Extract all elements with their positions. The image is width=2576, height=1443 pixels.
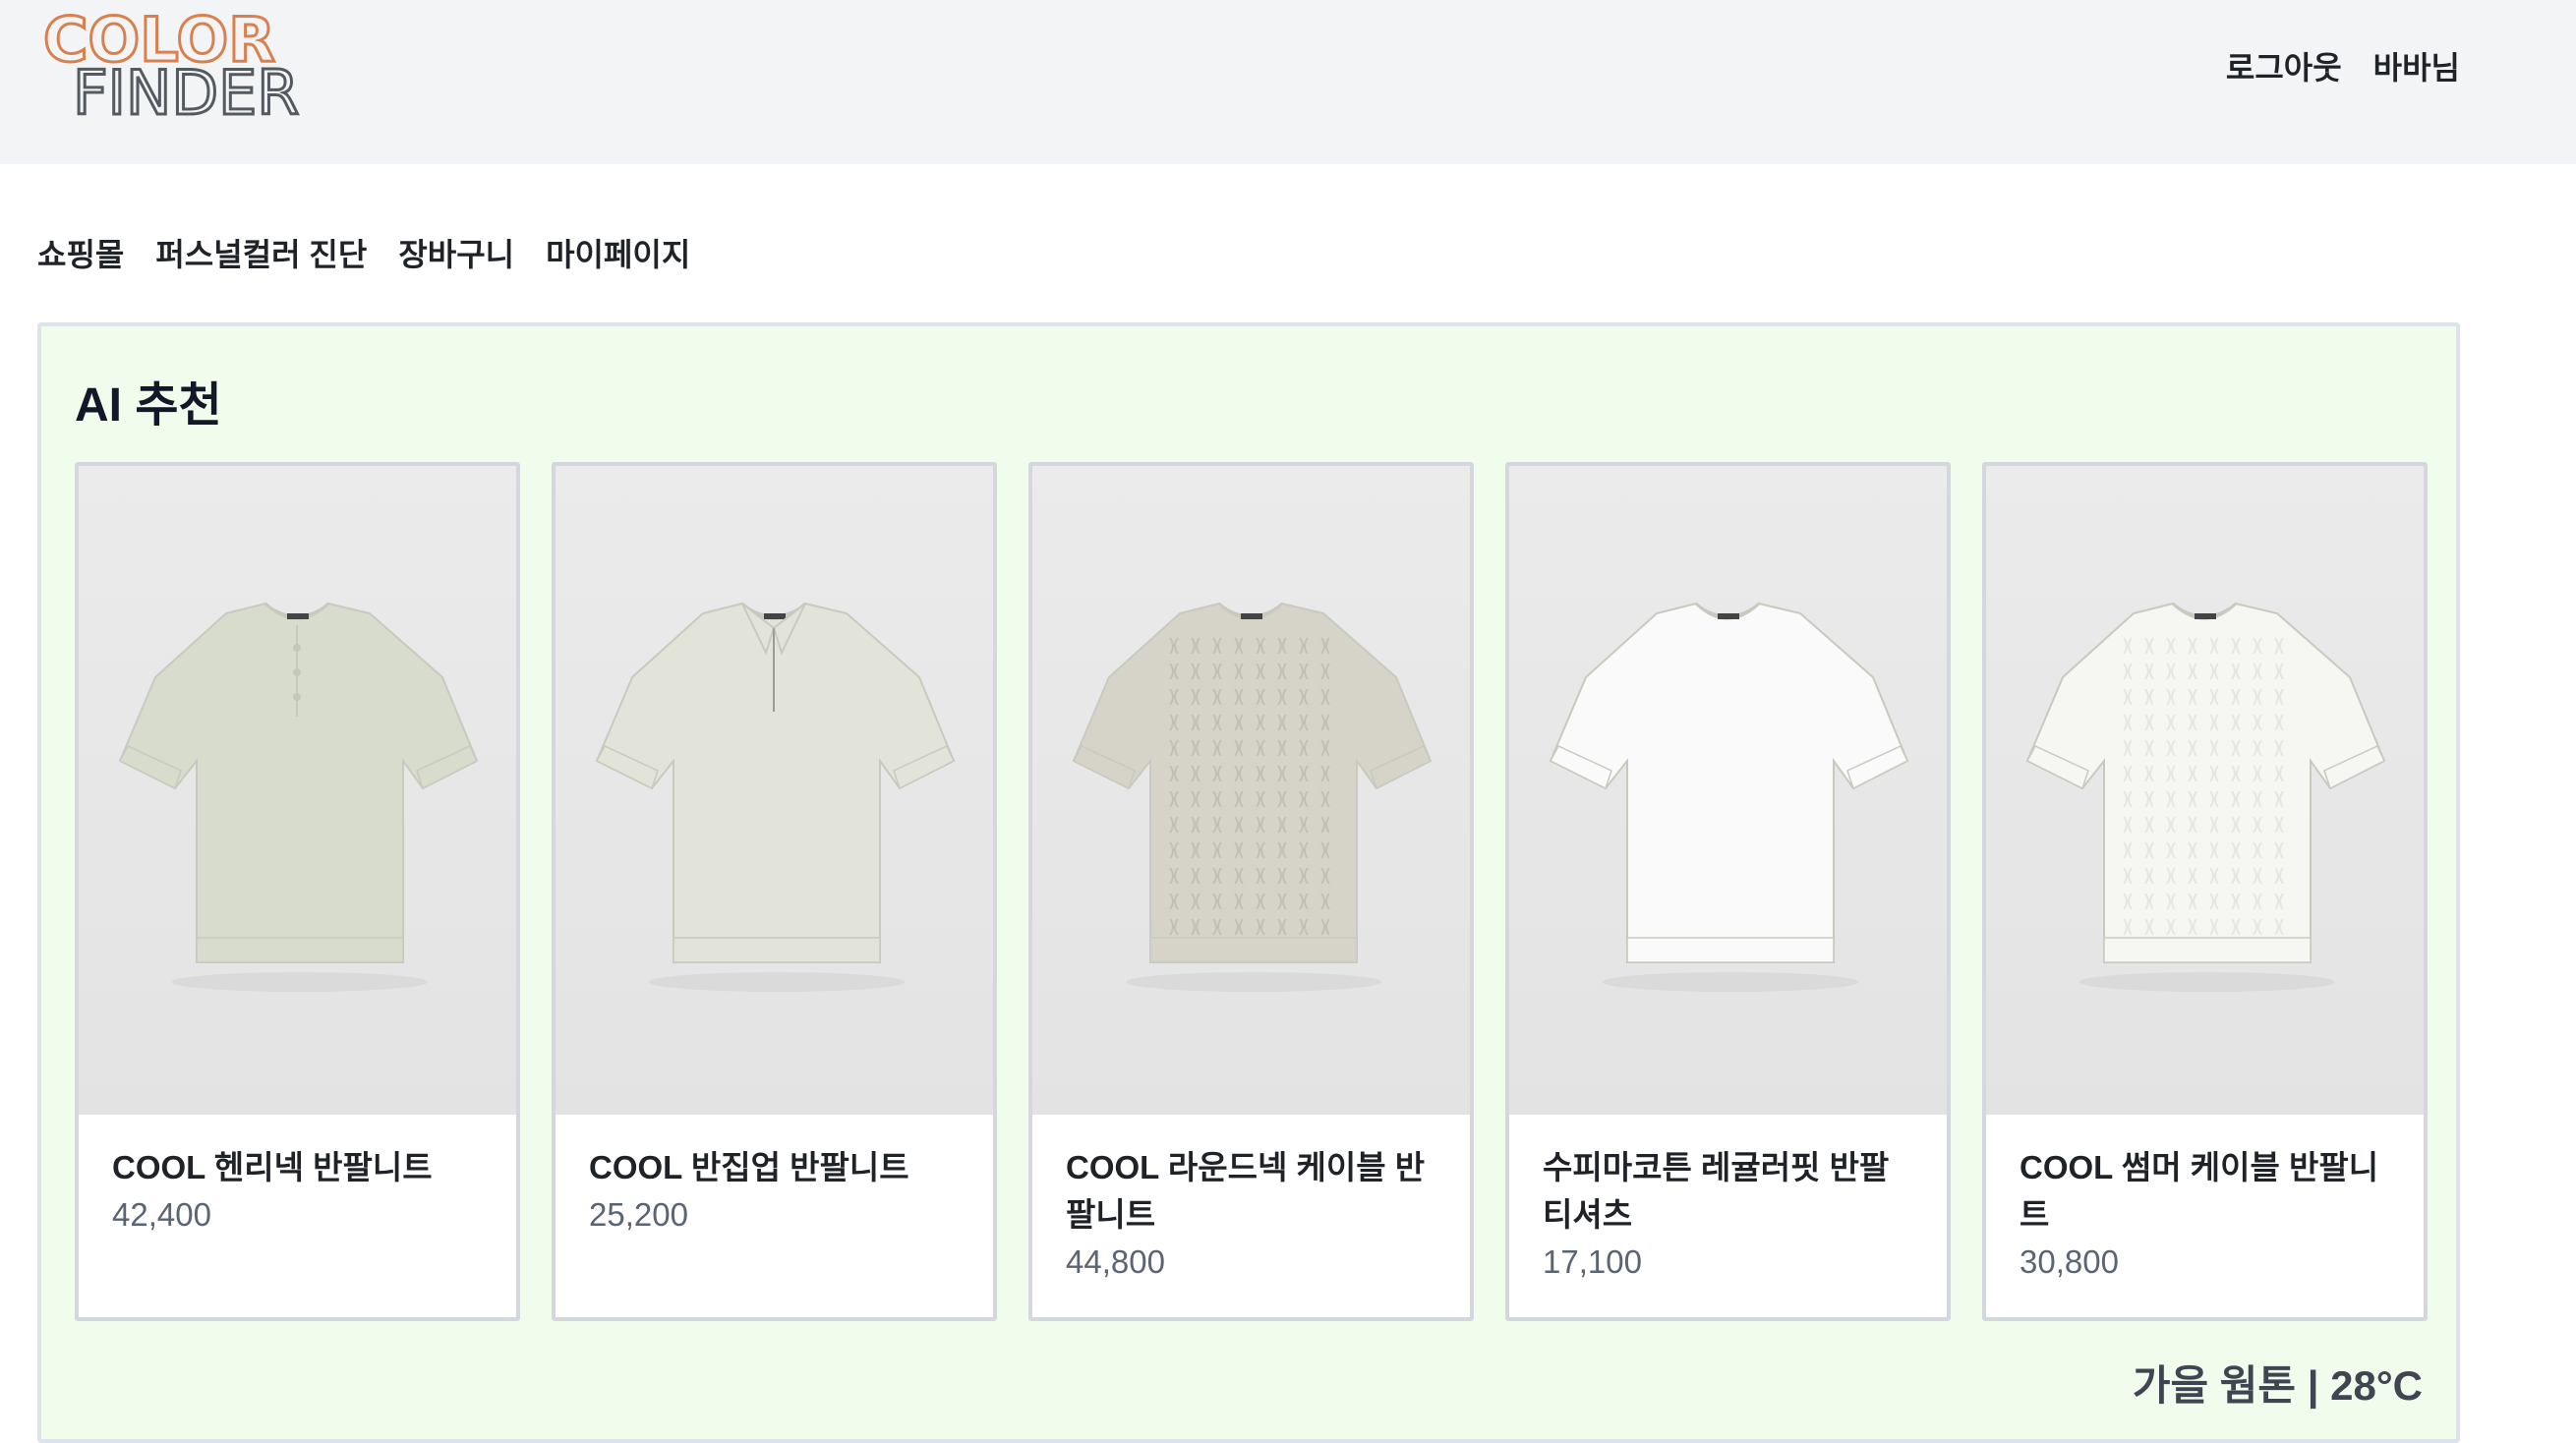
ai-recommendation-panel: AI 추천 COOL 헨리넥 반팔니트 42,400 COOL 반집업 반팔니트… bbox=[37, 322, 2460, 1443]
polo-shirt-image[interactable] bbox=[556, 466, 993, 1115]
product-name[interactable]: COOL 헨리넥 반팔니트 bbox=[112, 1144, 487, 1191]
product-price: 30,800 bbox=[2020, 1243, 2119, 1280]
logo-line2: FINDER bbox=[73, 57, 299, 123]
product-price: 25,200 bbox=[589, 1196, 688, 1233]
nav-item-shop[interactable]: 쇼핑몰 bbox=[37, 230, 124, 275]
product-name[interactable]: COOL 반집업 반팔니트 bbox=[589, 1144, 964, 1191]
product-card[interactable]: 수피마코튼 레귤러핏 반팔티셔츠 17,100 bbox=[1505, 462, 1951, 1321]
tshirt-image[interactable] bbox=[1509, 466, 1947, 1115]
product-card[interactable]: COOL 헨리넥 반팔니트 42,400 bbox=[75, 462, 520, 1321]
user-name-link[interactable]: 바바님 bbox=[2373, 43, 2460, 88]
color-finder-logo[interactable]: COLOR FINDER bbox=[39, 10, 334, 123]
top-header: COLOR FINDER 로그아웃 바바님 bbox=[0, 0, 2576, 164]
season-weather-info: 가을 웜톤 | 28°C bbox=[2132, 1362, 2423, 1409]
summer-knit-image[interactable] bbox=[1986, 466, 2424, 1115]
product-price: 44,800 bbox=[1066, 1243, 1165, 1280]
product-list: COOL 헨리넥 반팔니트 42,400 COOL 반집업 반팔니트 25,20… bbox=[75, 462, 2428, 1321]
panel-title: AI 추천 bbox=[75, 379, 222, 432]
product-name[interactable]: 수피마코튼 레귤러핏 반팔티셔츠 bbox=[1543, 1144, 1917, 1239]
product-name[interactable]: COOL 라운드넥 케이블 반팔니트 bbox=[1066, 1144, 1440, 1239]
nav-item-cart[interactable]: 장바구니 bbox=[398, 230, 514, 275]
product-price: 17,100 bbox=[1543, 1243, 1642, 1280]
product-name[interactable]: COOL 썸머 케이블 반팔니트 bbox=[2020, 1144, 2394, 1239]
cable-knit-image[interactable] bbox=[1032, 466, 1470, 1115]
logout-button[interactable]: 로그아웃 bbox=[2226, 43, 2342, 88]
henley-shirt-image[interactable] bbox=[79, 466, 516, 1115]
product-card[interactable]: COOL 썸머 케이블 반팔니트 30,800 bbox=[1982, 462, 2428, 1321]
nav-item-mypage[interactable]: 마이페이지 bbox=[546, 230, 690, 275]
main-nav: 쇼핑몰 퍼스널컬러 진단 장바구니 마이페이지 bbox=[37, 230, 690, 275]
product-card[interactable]: COOL 반집업 반팔니트 25,200 bbox=[552, 462, 997, 1321]
product-price: 42,400 bbox=[112, 1196, 211, 1233]
product-card[interactable]: COOL 라운드넥 케이블 반팔니트 44,800 bbox=[1028, 462, 1474, 1321]
nav-item-personal-color[interactable]: 퍼스널컬러 진단 bbox=[155, 230, 367, 275]
